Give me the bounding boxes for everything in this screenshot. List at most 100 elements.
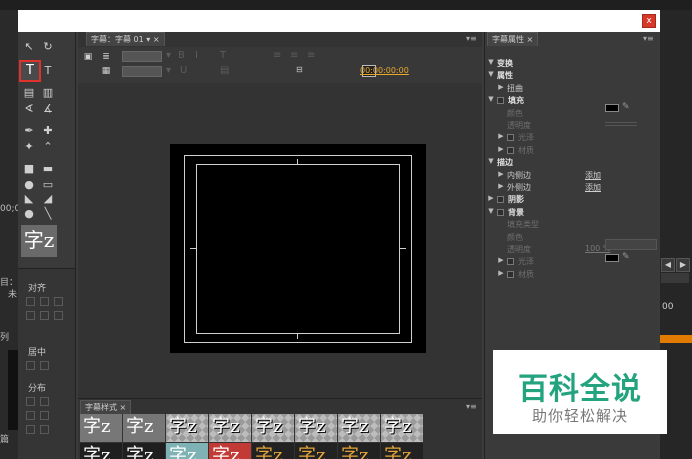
expand-down-icon[interactable]: ▼ [487, 95, 495, 103]
property-checkbox[interactable] [497, 196, 504, 204]
panel-menu-icon[interactable]: ▾≡ [643, 34, 654, 43]
align-left-icon[interactable] [26, 297, 35, 306]
align-center-text-icon[interactable]: ≡ [290, 50, 298, 61]
property-checkbox[interactable] [497, 208, 504, 216]
vertical-path-type-tool-icon[interactable]: ∡ [40, 102, 56, 116]
eyedropper-icon[interactable]: ✎ [622, 252, 630, 262]
opacity-slider[interactable] [605, 122, 637, 123]
property-checkbox[interactable] [497, 97, 504, 105]
area-type-tool-icon[interactable]: ▤ [21, 86, 37, 100]
expand-right-icon[interactable]: ▶ [497, 145, 505, 153]
property-row[interactable]: ▶ 材质 [485, 269, 657, 280]
timecode[interactable]: 00:00:00:00 [360, 66, 409, 75]
distribute-icon[interactable] [40, 411, 49, 420]
style-swatch[interactable]: 字z [80, 414, 122, 442]
title-canvas[interactable] [170, 144, 426, 353]
tab-stops-icon[interactable]: ▦ [98, 64, 114, 78]
style-swatch[interactable]: 字z [338, 443, 380, 459]
close-tab-icon[interactable]: × [153, 35, 160, 44]
opacity-slider[interactable] [605, 125, 637, 126]
style-swatch[interactable]: 字z [295, 414, 337, 442]
expand-down-icon[interactable]: ▼ [487, 157, 495, 165]
align-top-icon[interactable] [26, 311, 35, 320]
distribute-icon[interactable] [40, 397, 49, 406]
property-row[interactable]: ▼ 属性 [485, 70, 657, 81]
bg-control[interactable] [661, 273, 689, 283]
expand-down-icon[interactable]: ▼ [487, 207, 495, 215]
expand-down-icon[interactable]: ▼ [487, 70, 495, 78]
distribute-icon[interactable] [26, 411, 35, 420]
center-vertical-icon[interactable] [40, 361, 49, 370]
property-row[interactable]: ▶ 阴影 [485, 194, 657, 205]
style-swatch[interactable]: 字z [252, 443, 294, 459]
close-button[interactable]: x [642, 14, 656, 28]
property-link[interactable]: 添加 [585, 182, 601, 193]
property-checkbox[interactable] [507, 270, 514, 278]
property-row[interactable]: ▼ 背景 [485, 207, 657, 218]
clipped-rectangle-tool-icon[interactable]: ● [21, 178, 37, 192]
style-swatch[interactable]: 字z [381, 414, 423, 442]
property-row[interactable]: ▶ 内侧边 添加 [485, 170, 657, 181]
distribute-icon[interactable] [26, 397, 35, 406]
pen-tool-icon[interactable]: ✒ [21, 124, 37, 138]
dropdown-arrow-icon[interactable]: ▾ [166, 65, 171, 76]
style-swatch[interactable]: 字z [123, 443, 165, 459]
expand-right-icon[interactable]: ▶ [487, 194, 495, 202]
expand-down-icon[interactable]: ▼ [487, 58, 495, 66]
dropdown-icon[interactable]: ▾ [146, 35, 150, 44]
property-row[interactable]: ▶ 扭曲 [485, 83, 657, 94]
vertical-area-type-tool-icon[interactable]: ▥ [40, 86, 56, 100]
add-anchor-tool-icon[interactable]: ✚ [40, 124, 56, 138]
style-swatch[interactable]: 字z [123, 414, 165, 442]
selection-tool-icon[interactable]: ↖ [21, 40, 37, 54]
expand-right-icon[interactable]: ▶ [497, 269, 505, 277]
distribute-icon[interactable] [26, 425, 35, 434]
property-row[interactable]: ▶ 外侧边 添加 [485, 182, 657, 193]
arc-tool-icon[interactable]: ◢ [40, 192, 56, 206]
property-checkbox[interactable] [507, 258, 514, 266]
expand-right-icon[interactable]: ▶ [497, 170, 505, 178]
style-swatch[interactable]: 字z [295, 443, 337, 459]
path-type-tool-icon[interactable]: ∢ [21, 102, 37, 116]
type-tool-icon[interactable]: T [19, 60, 41, 82]
line-tool-icon[interactable]: ╲ [40, 207, 56, 221]
delete-anchor-tool-icon[interactable]: ✦ [21, 140, 37, 154]
property-link[interactable]: 添加 [585, 170, 601, 181]
style-swatch[interactable]: 字z [338, 414, 380, 442]
expand-right-icon[interactable]: ▶ [497, 132, 505, 140]
convert-anchor-tool-icon[interactable]: ⌃ [40, 140, 56, 154]
style-swatch[interactable]: 字z [80, 443, 122, 459]
fill-color-swatch[interactable] [605, 104, 619, 112]
underline-icon[interactable]: U [180, 65, 187, 76]
property-checkbox[interactable] [507, 146, 514, 154]
style-swatch[interactable]: 字z [381, 443, 423, 459]
kerning-icon[interactable]: ▤ [220, 65, 229, 76]
tab-title-properties[interactable]: 字幕属性 × [487, 32, 539, 46]
align-center-icon[interactable] [40, 297, 49, 306]
close-tab-icon[interactable]: × [120, 403, 127, 412]
close-tab-icon[interactable]: × [527, 35, 534, 44]
font-size-icon[interactable]: T [220, 50, 226, 61]
property-row[interactable]: ▼ 描边 [485, 157, 657, 168]
style-swatch[interactable]: 字z [209, 443, 251, 459]
property-row[interactable]: ▼ 填充 [485, 95, 657, 106]
style-swatch[interactable]: 字z [166, 443, 208, 459]
bold-icon[interactable]: B [178, 50, 185, 61]
property-row[interactable]: ▼ 变换 [485, 58, 657, 69]
bg-step-back-button[interactable]: ◀ [661, 258, 675, 272]
style-swatch[interactable]: 字z [252, 414, 294, 442]
font-style-select[interactable] [122, 66, 162, 77]
rectangle-tool-icon[interactable]: ■ [21, 162, 37, 176]
show-video-icon[interactable]: ⊟ [296, 65, 303, 74]
align-bottom-icon[interactable] [54, 311, 63, 320]
align-middle-icon[interactable] [40, 311, 49, 320]
fill-type-select[interactable] [605, 239, 657, 250]
distribute-icon[interactable] [40, 425, 49, 434]
expand-right-icon[interactable]: ▶ [497, 182, 505, 190]
tab-title-styles[interactable]: 字幕样式 × [80, 400, 132, 414]
new-title-icon[interactable]: ▣ [80, 50, 96, 64]
eyedropper-icon[interactable]: ✎ [622, 102, 630, 112]
property-row[interactable]: ▶ 材质 [485, 145, 657, 156]
property-row[interactable]: 颜色 [485, 108, 657, 119]
style-swatch[interactable]: 字z [166, 414, 208, 442]
